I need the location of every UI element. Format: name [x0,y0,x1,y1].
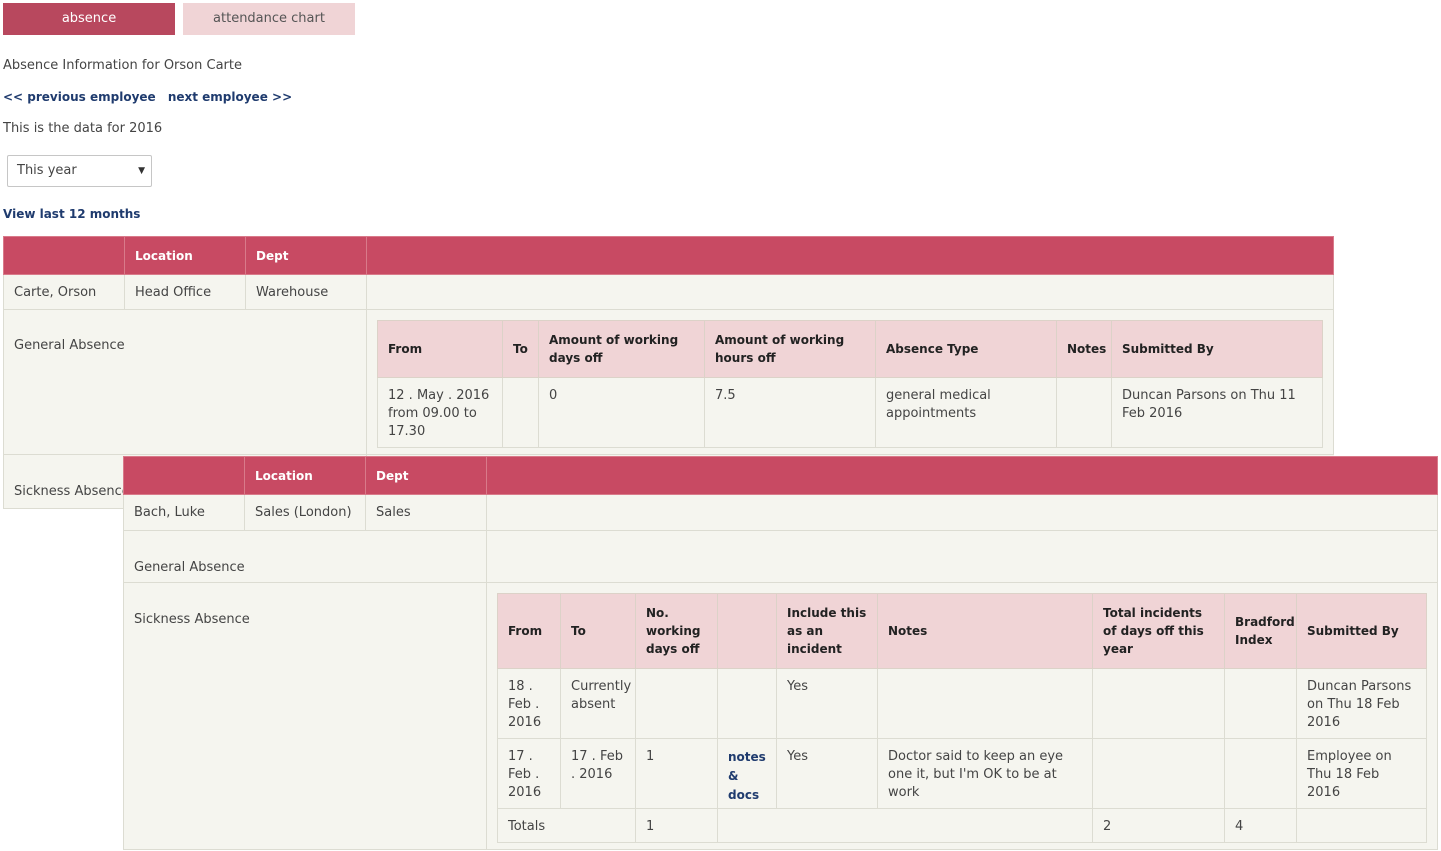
header-name-cell [3,236,125,275]
totals-submitted [1296,808,1427,843]
cell-bradford-index [1224,738,1297,809]
totals-label: Totals [497,808,636,843]
header-name-cell [123,456,245,495]
general-absence-cell [486,530,1438,583]
cell-working-days [635,668,718,739]
cell-to: 17 . Feb . 2016 [560,738,636,809]
cell-absence-type: general medical appointments [875,377,1057,448]
col-docs [717,593,777,669]
tab-absence[interactable]: absence [3,3,175,35]
cell-from: 18 . Feb . 2016 [497,668,561,739]
totals-spacer [717,808,1093,843]
col-notes: Notes [877,593,1093,669]
col-working-days: Amount of working days off [538,320,705,378]
col-to: To [560,593,636,669]
cell-include-incident: Yes [776,668,878,739]
cell-notes: Doctor said to keep an eye one it, but I… [877,738,1093,809]
cell-bradford-index [1224,668,1297,739]
col-notes: Notes [1056,320,1112,378]
header-spacer [486,456,1438,495]
header-dept: Dept [365,456,487,495]
cell-to-currently-absent: Currently absent [560,668,636,739]
employee-dept: Warehouse [245,274,367,310]
cell-working-days: 1 [635,738,718,809]
col-working-days: No. working days off [635,593,718,669]
row-spacer [366,274,1334,310]
cell-total-incidents [1092,738,1225,809]
header-location: Location [124,236,246,275]
totals-bradford: 4 [1224,808,1297,843]
general-absence-cell: From To Amount of working days off Amoun… [366,309,1334,455]
col-bradford-index: Bradford Index [1224,593,1297,669]
page-heading: Absence Information for Orson Carte [3,58,242,73]
col-include-incident: Include this as an incident [776,593,878,669]
table-row: 18 . Feb . 2016 Currently absent Yes Dun… [497,668,1427,739]
cell-to [502,377,539,448]
cell-submitted-by: Duncan Parsons on Thu 18 Feb 2016 [1296,668,1427,739]
notes-docs-link[interactable]: notes & docs [728,750,766,802]
employee-location: Head Office [124,274,246,310]
general-absence-table: From To Amount of working days off Amoun… [377,320,1323,448]
period-select-value: This year [17,163,77,178]
cell-docs [717,668,777,739]
col-to: To [502,320,539,378]
cell-working-days: 0 [538,377,705,448]
col-absence-type: Absence Type [875,320,1057,378]
employee-location: Sales (London) [244,494,366,531]
employee-name: Carte, Orson [3,274,125,310]
header-spacer [366,236,1334,275]
general-absence-label: General Absence [3,309,367,455]
data-year-text: This is the data for 2016 [3,121,163,136]
table-row: 17 . Feb . 2016 17 . Feb . 2016 1 notes … [497,738,1427,809]
chevron-down-icon: ▼ [138,166,145,176]
totals-incidents: 2 [1092,808,1225,843]
col-submitted-by: Submitted By [1296,593,1427,669]
row-spacer [486,494,1438,531]
period-select[interactable]: This year ▼ [7,155,152,187]
header-location: Location [244,456,366,495]
next-employee-link[interactable]: next employee >> [168,90,292,104]
table-row: 12 . May . 2016 from 09.00 to 17.30 0 7.… [377,377,1323,448]
col-total-incidents: Total incidents of days off this year [1092,593,1225,669]
view-last-12-months-link[interactable]: View last 12 months [3,207,140,221]
col-submitted-by: Submitted By [1111,320,1323,378]
employee-table-bach: Location Dept Bach, Luke Sales (London) … [123,456,1438,850]
totals-working-days: 1 [635,808,718,843]
cell-notes [1056,377,1112,448]
cell-include-incident: Yes [776,738,878,809]
sickness-absence-table: From To No. working days off Include thi… [497,593,1427,843]
totals-row: Totals 1 2 4 [497,808,1427,843]
previous-employee-link[interactable]: << previous employee [3,90,156,104]
employee-nav: << previous employee next employee >> [3,90,292,105]
col-from: From [377,320,503,378]
general-absence-label: General Absence [123,530,487,583]
col-from: From [497,593,561,669]
cell-from: 12 . May . 2016 from 09.00 to 17.30 [377,377,503,448]
cell-notes [877,668,1093,739]
tab-attendance-chart[interactable]: attendance chart [183,3,355,35]
sickness-absence-label: Sickness Absence [123,582,487,850]
employee-name: Bach, Luke [123,494,245,531]
sickness-absence-cell: From To No. working days off Include thi… [486,582,1438,850]
cell-working-hours: 7.5 [704,377,876,448]
cell-submitted-by: Employee on Thu 18 Feb 2016 [1296,738,1427,809]
header-dept: Dept [245,236,367,275]
cell-docs: notes & docs [717,738,777,809]
col-working-hours: Amount of working hours off [704,320,876,378]
cell-from: 17 . Feb . 2016 [497,738,561,809]
employee-dept: Sales [365,494,487,531]
cell-total-incidents [1092,668,1225,739]
cell-submitted-by: Duncan Parsons on Thu 11 Feb 2016 [1111,377,1323,448]
